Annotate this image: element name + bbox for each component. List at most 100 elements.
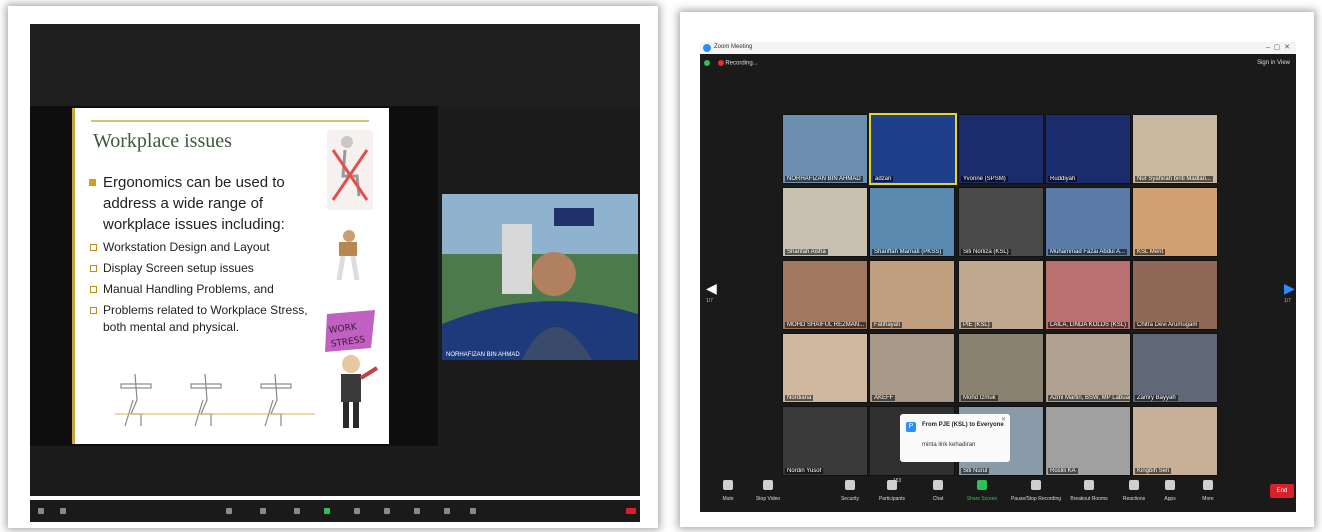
participant-tile[interactable]: Siti Norliza (KSL) bbox=[958, 187, 1044, 257]
mute-icon[interactable] bbox=[38, 508, 44, 514]
participant-name: Sharifah Aisha bbox=[785, 249, 828, 255]
participant-tile[interactable]: Ruddiyah bbox=[1045, 114, 1131, 184]
participant-tile[interactable]: PIE (KSL) bbox=[958, 260, 1044, 330]
chat-icon bbox=[933, 480, 943, 490]
security-button[interactable]: Security bbox=[830, 480, 870, 502]
breakout-rooms-icon bbox=[1084, 480, 1094, 490]
participant-tile[interactable]: Shariffah Marnati (PKSS) bbox=[869, 187, 955, 257]
window-titlebar: Zoom Meeting – ▢ ✕ bbox=[700, 42, 1296, 54]
participant-tile[interactable]: Fatihayati bbox=[869, 260, 955, 330]
slide-frame: Workplace issues Ergonomics can be used … bbox=[30, 106, 438, 446]
presentation-slide: Workplace issues Ergonomics can be used … bbox=[72, 108, 389, 444]
participant-tile[interactable]: NORHAFIZAN BIN AHMAD bbox=[782, 114, 868, 184]
more-icon[interactable] bbox=[470, 508, 476, 514]
participant-tile[interactable]: Zamry Bayyah bbox=[1132, 333, 1218, 403]
shield-icon bbox=[704, 60, 710, 66]
pause-icon bbox=[1031, 480, 1041, 490]
participants-count: 153 bbox=[892, 478, 902, 484]
participant-tile[interactable]: Chitra Devi Arumugam bbox=[1132, 260, 1218, 330]
participant-name: Siti Nurul bbox=[961, 468, 990, 474]
breakout-rooms-label: Breakout Rooms bbox=[1070, 496, 1108, 502]
next-page-arrow-icon[interactable]: ▶ bbox=[1284, 280, 1295, 297]
more-button[interactable]: More bbox=[1188, 480, 1228, 502]
participant-tile[interactable]: Nur Syahirah binti Madlan... bbox=[1132, 114, 1218, 184]
prev-page-arrow-icon[interactable]: ◀ bbox=[706, 280, 717, 297]
slide-main-bullet: Ergonomics can be used to address a wide… bbox=[89, 172, 321, 235]
participant-tile[interactable]: LAILA, LINDA KOLDS (KSL) bbox=[1045, 260, 1131, 330]
pause-stop-recording-button[interactable]: Pause/Stop Recording bbox=[1008, 480, 1064, 502]
chat-notification-popup[interactable]: P From PJE (KSL) to Everyone minta link … bbox=[900, 414, 1010, 462]
smiley-icon bbox=[1129, 480, 1139, 490]
participant-tile[interactable]: Yvonne (SPSM) bbox=[958, 114, 1044, 184]
video-camera-icon bbox=[763, 480, 773, 490]
reactions-icon[interactable] bbox=[414, 508, 420, 514]
chat-icon[interactable] bbox=[294, 508, 300, 514]
security-icon[interactable] bbox=[226, 508, 232, 514]
meeting-toolbar: Mute Stop Video Security Participants 15… bbox=[700, 476, 1296, 512]
participant-tile[interactable]: Nordiana bbox=[782, 333, 868, 403]
page-indicator-right: 1/7 bbox=[1284, 298, 1291, 304]
microphone-icon bbox=[723, 480, 733, 490]
speaker-name-label: NORHAFIZAN BIN AHMAD bbox=[446, 352, 520, 358]
participant-tile[interactable]: Muhammad Fazai Abdul A... bbox=[1045, 187, 1131, 257]
slide-body: Ergonomics can be used to address a wide… bbox=[89, 172, 321, 336]
breakout-rooms-button[interactable]: Breakout Rooms bbox=[1066, 480, 1112, 502]
stop-video-button[interactable]: Stop Video bbox=[748, 480, 788, 502]
participant-tile[interactable]: MOHD SHAIFUL REZMAN... bbox=[782, 260, 868, 330]
participant-tile[interactable]: Nordin Yusof bbox=[782, 406, 868, 476]
chat-notification-message: minta link kehadiran bbox=[922, 442, 976, 448]
participant-tile-active-speaker[interactable]: adzan bbox=[869, 113, 957, 185]
shield-icon bbox=[845, 480, 855, 490]
participant-tile[interactable]: KSL Merit bbox=[1132, 187, 1218, 257]
reactions-label: Reactions bbox=[1122, 496, 1146, 502]
reactions-button[interactable]: Reactions bbox=[1114, 480, 1154, 502]
participant-tile[interactable]: Kingbih Seri bbox=[1132, 406, 1218, 476]
chat-label: Chat bbox=[932, 496, 944, 502]
window-controls[interactable]: – ▢ ✕ bbox=[1266, 43, 1290, 51]
more-label: More bbox=[1202, 496, 1214, 502]
recording-indicator[interactable]: Recording... bbox=[704, 60, 758, 67]
participants-label: Participants bbox=[878, 496, 906, 502]
participant-tile[interactable]: AKEFF bbox=[869, 333, 955, 403]
participant-name: Zamry Bayyah bbox=[1135, 395, 1178, 401]
left-screenshot: Workplace issues Ergonomics can be used … bbox=[8, 6, 658, 528]
participant-name: Kingbih Seri bbox=[1135, 468, 1172, 474]
chat-button[interactable]: Chat bbox=[918, 480, 958, 502]
participant-tile[interactable]: Roslili KA bbox=[1045, 406, 1131, 476]
participant-name: Nur Syahirah binti Madlan... bbox=[1135, 176, 1214, 182]
participant-name: LAILA, LINDA KOLDS (KSL) bbox=[1048, 322, 1129, 328]
participant-name: AKEFF bbox=[872, 395, 896, 401]
sign-in-view[interactable]: Sign in View bbox=[1257, 60, 1290, 66]
zoom-logo-icon bbox=[703, 44, 711, 52]
speaker-video[interactable]: NORHAFIZAN BIN AHMAD bbox=[442, 194, 638, 360]
more-dots-icon bbox=[1203, 480, 1213, 490]
participants-icon[interactable] bbox=[260, 508, 266, 514]
page-indicator-left: 1/7 bbox=[706, 298, 713, 304]
record-icon[interactable] bbox=[354, 508, 360, 514]
workplace-stress-clipart: WORK STRESS bbox=[325, 310, 379, 428]
participant-name: Muhammad Fazai Abdul A... bbox=[1048, 249, 1128, 255]
participant-tile[interactable]: Sharifah Aisha bbox=[782, 187, 868, 257]
ergonomic-posture-clipart bbox=[327, 130, 373, 210]
share-screen-button[interactable]: Share Screen bbox=[962, 480, 1002, 502]
share-screen-icon[interactable] bbox=[324, 508, 330, 514]
close-icon[interactable]: ✕ bbox=[1001, 416, 1006, 423]
recording-label: Recording... bbox=[725, 60, 758, 67]
participant-name: Ruddiyah bbox=[1048, 176, 1078, 182]
share-screen-label: Share Screen bbox=[966, 496, 998, 502]
participant-name: Azmi Martin, BSW, MP Labuan bbox=[1048, 395, 1130, 401]
video-icon[interactable] bbox=[60, 508, 66, 514]
participant-name: MOHD SHAIFUL REZMAN... bbox=[785, 322, 867, 328]
end-meeting-button[interactable]: End bbox=[1270, 484, 1294, 498]
participant-name: Nordiana bbox=[785, 395, 814, 401]
chat-bubble-icon: P bbox=[906, 422, 916, 432]
end-button[interactable] bbox=[626, 508, 636, 514]
security-label: Security bbox=[840, 496, 860, 502]
participant-name: Shariffah Marnati (PKSS) bbox=[872, 249, 944, 255]
breakout-icon[interactable] bbox=[384, 508, 390, 514]
apps-button[interactable]: Apps bbox=[1150, 480, 1190, 502]
participant-tile[interactable]: Azmi Martin, BSW, MP Labuan bbox=[1045, 333, 1131, 403]
apps-icon[interactable] bbox=[444, 508, 450, 514]
mute-button[interactable]: Mute bbox=[708, 480, 748, 502]
participant-tile[interactable]: Mohd Izmuk bbox=[958, 333, 1044, 403]
